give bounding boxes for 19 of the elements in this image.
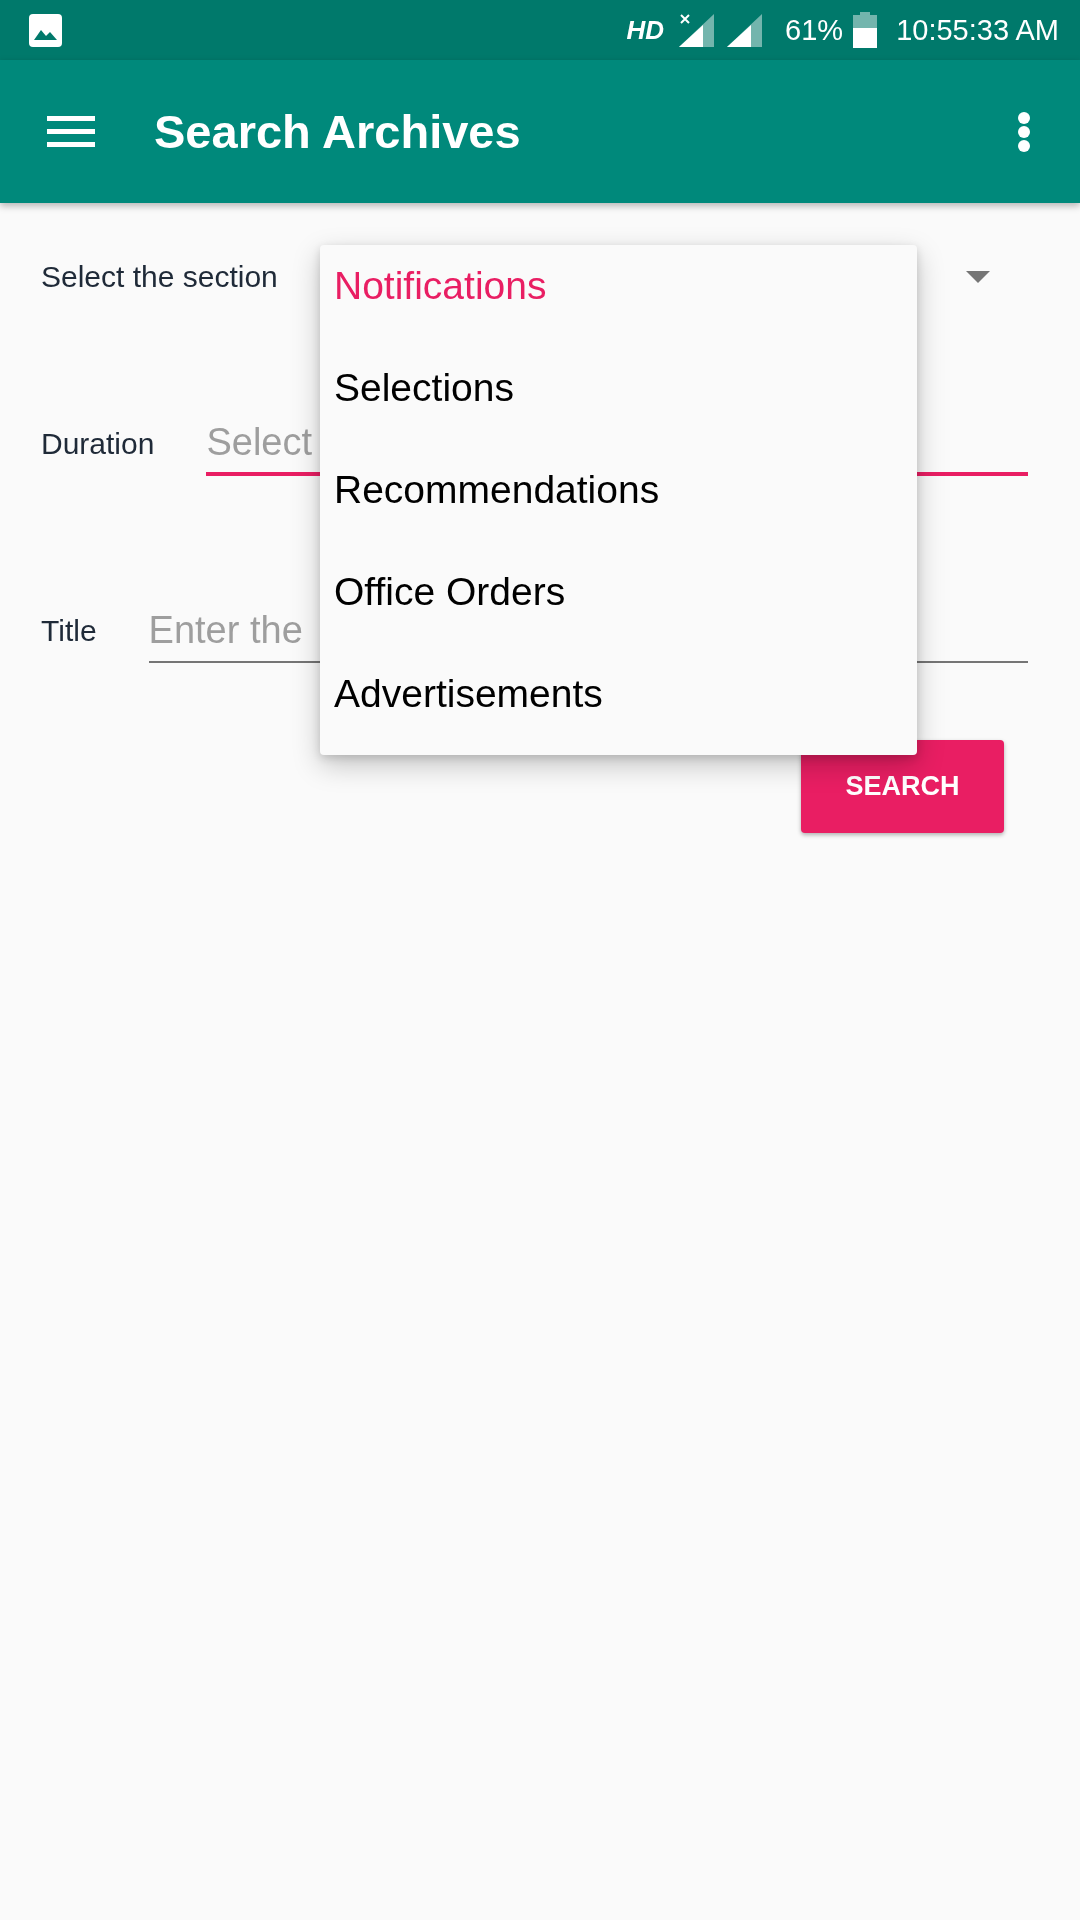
field-label: Title	[41, 614, 97, 648]
signal-icon	[679, 13, 715, 47]
section-label: Select the section	[41, 260, 278, 294]
menu-item[interactable]: Selections	[320, 347, 917, 449]
battery-percent-text: 61%	[785, 13, 844, 47]
more-options-icon[interactable]	[1018, 111, 1030, 152]
menu-icon[interactable]	[47, 116, 95, 147]
image-icon	[29, 13, 62, 47]
network-type-text: HD	[626, 14, 665, 46]
signal-icon	[727, 13, 763, 47]
caret-icon[interactable]	[966, 271, 990, 283]
search-button[interactable]: SEARCH	[801, 740, 1004, 833]
menu-item[interactable]: Recommendations	[320, 449, 917, 551]
battery-icon	[853, 12, 878, 48]
field-label: Duration	[41, 427, 155, 461]
app-title: Search Archives	[154, 104, 521, 159]
menu-item[interactable]: Notifications	[320, 245, 917, 347]
menu-item[interactable]: Office Orders	[320, 551, 917, 653]
clock-text: 10:55:33 AM	[896, 13, 1059, 47]
